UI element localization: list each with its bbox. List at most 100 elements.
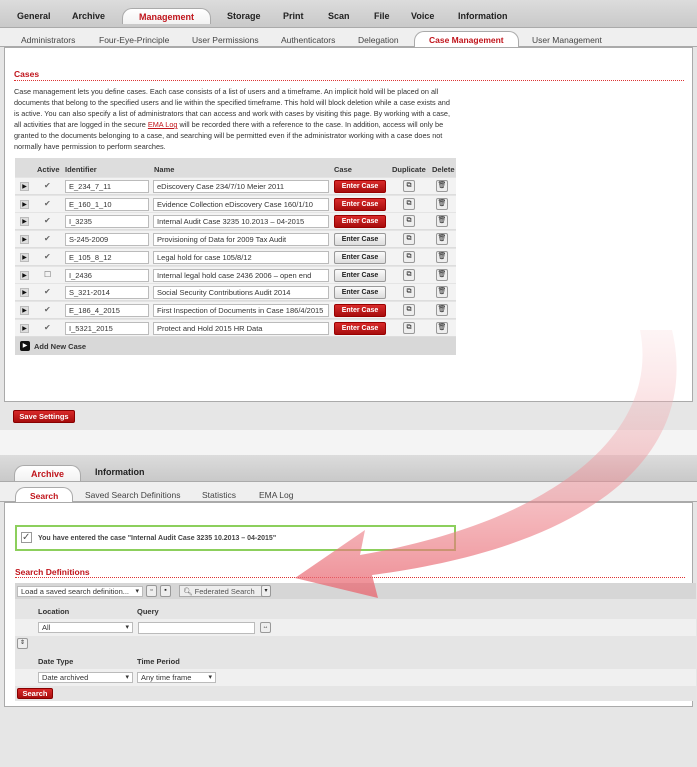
date-type-select[interactable]: Date archived	[38, 672, 133, 683]
enter-case-button[interactable]: Enter Case	[334, 180, 386, 193]
expand-icon[interactable]: ▶	[20, 323, 29, 333]
tab-information[interactable]: Information	[95, 467, 145, 477]
subtab-search[interactable]: Search	[15, 487, 74, 503]
expand-icon[interactable]: ▶	[20, 270, 29, 280]
identifier-input[interactable]: I_2436	[65, 268, 149, 282]
delete-icon[interactable]: 🗑︎	[436, 321, 448, 334]
load-saved-search-select[interactable]: Load a saved search definition...	[17, 586, 143, 597]
enter-case-button[interactable]: Enter Case	[334, 250, 386, 264]
identifier-input[interactable]: E_186_4_2015	[65, 303, 149, 317]
tab-voice[interactable]: Voice	[411, 11, 434, 21]
active-checkbox[interactable]: ✔	[44, 287, 51, 296]
enter-case-button[interactable]: Enter Case	[334, 233, 386, 247]
duplicate-icon[interactable]: ⧉	[403, 268, 415, 281]
name-input[interactable]: Social Security Contributions Audit 2014	[153, 286, 329, 300]
subtab-four-eye-principle[interactable]: Four-Eye-Principle	[99, 35, 169, 45]
delete-icon[interactable]: 🗑︎	[436, 233, 448, 246]
name-input[interactable]: Internal Audit Case 3235 10.2013 – 04-20…	[153, 215, 329, 229]
chevron-down-icon[interactable]: ▾	[261, 585, 271, 597]
identifier-input[interactable]: I_5321_2015	[65, 321, 149, 335]
active-checkbox[interactable]: ✔	[44, 199, 51, 208]
duplicate-icon[interactable]: ⧉	[403, 197, 415, 210]
identifier-input[interactable]: I_3235	[65, 215, 149, 229]
active-checkbox[interactable]: ✔	[44, 323, 51, 332]
subtab-saved-search-definitions[interactable]: Saved Search Definitions	[85, 490, 180, 500]
location-select[interactable]: All	[38, 622, 133, 633]
toggle-icon[interactable]: ⇕	[17, 638, 28, 649]
duplicate-icon[interactable]: ⧉	[403, 321, 415, 334]
delete-icon[interactable]: 🗑︎	[436, 197, 448, 210]
enter-case-button[interactable]: Enter Case	[334, 268, 386, 282]
time-period-select[interactable]: Any time frame	[137, 672, 216, 683]
active-checkbox[interactable]: ✔	[44, 234, 51, 243]
add-new-case-row[interactable]: ▶ Add New Case	[15, 337, 456, 355]
duplicate-icon[interactable]: ⧉	[403, 215, 415, 228]
tab-management[interactable]: Management	[122, 8, 212, 24]
subtab-user-management[interactable]: User Management	[532, 35, 602, 45]
expand-icon[interactable]: ▶	[20, 182, 29, 191]
tab-archive[interactable]: Archive	[72, 11, 105, 21]
expand-icon[interactable]: ▶	[20, 199, 29, 209]
name-input[interactable]: Legal hold for case 105/8/12	[153, 250, 329, 264]
tab-archive[interactable]: Archive	[14, 465, 82, 481]
subtab-ema-log[interactable]: EMA Log	[259, 490, 294, 500]
identifier-input[interactable]: S-245-2009	[65, 233, 149, 247]
enter-case-button[interactable]: Enter Case	[334, 286, 386, 300]
tab-information[interactable]: Information	[458, 11, 508, 21]
expand-query-icon[interactable]: ↔	[260, 622, 271, 633]
name-input[interactable]: eDiscovery Case 234/7/10 Meier 2011	[153, 180, 329, 193]
tab-general[interactable]: General	[17, 11, 51, 21]
search-button[interactable]: Search	[17, 688, 53, 699]
delete-icon[interactable]: 🗑︎	[436, 303, 448, 316]
delete-icon[interactable]: 🗑︎	[436, 215, 448, 228]
expand-icon[interactable]: ▶	[20, 235, 29, 245]
enter-case-button[interactable]: Enter Case	[334, 197, 386, 211]
expand-icon[interactable]: ▶	[20, 288, 29, 298]
subtab-delegation[interactable]: Delegation	[358, 35, 399, 45]
subtab-statistics[interactable]: Statistics	[202, 490, 236, 500]
query-input[interactable]	[138, 622, 255, 634]
identifier-input[interactable]: E_160_1_10	[65, 197, 149, 211]
identifier-input[interactable]: E_105_8_12	[65, 250, 149, 264]
active-checkbox[interactable]: ✔	[44, 216, 51, 225]
identifier-input[interactable]: S_321-2014	[65, 286, 149, 300]
active-checkbox[interactable]: ✔	[44, 305, 51, 314]
duplicate-icon[interactable]: ⧉	[403, 180, 415, 192]
tab-scan[interactable]: Scan	[328, 11, 350, 21]
duplicate-icon[interactable]: ⧉	[403, 250, 415, 263]
delete-icon[interactable]: 🗑︎	[436, 268, 448, 281]
subtab-case-management[interactable]: Case Management	[414, 31, 519, 47]
tab-print[interactable]: Print	[283, 11, 304, 21]
new-icon[interactable]: ▫	[146, 585, 157, 597]
duplicate-icon[interactable]: ⧉	[403, 233, 415, 246]
name-input[interactable]: First Inspection of Documents in Case 18…	[153, 303, 329, 317]
enter-case-button[interactable]: Enter Case	[334, 321, 386, 335]
tab-file[interactable]: File	[374, 11, 390, 21]
duplicate-icon[interactable]: ⧉	[403, 303, 415, 316]
name-input[interactable]: Protect and Hold 2015 HR Data	[153, 321, 329, 335]
save-icon[interactable]: ▪	[160, 585, 171, 597]
subtab-user-permissions[interactable]: User Permissions	[192, 35, 259, 45]
save-settings-button[interactable]: Save Settings	[13, 410, 75, 423]
subtab-authenticators[interactable]: Authenticators	[281, 35, 335, 45]
enter-case-button[interactable]: Enter Case	[334, 303, 386, 317]
enter-case-button[interactable]: Enter Case	[334, 215, 386, 229]
active-checkbox[interactable]: ☐	[44, 270, 51, 279]
name-input[interactable]: Evidence Collection eDiscovery Case 160/…	[153, 197, 329, 211]
name-input[interactable]: Provisioning of Data for 2009 Tax Audit	[153, 233, 329, 247]
tab-storage[interactable]: Storage	[227, 11, 261, 21]
expand-icon[interactable]: ▶	[20, 252, 29, 262]
active-checkbox[interactable]: ✔	[44, 252, 51, 261]
duplicate-icon[interactable]: ⧉	[403, 286, 415, 299]
expand-icon[interactable]: ▶	[20, 305, 29, 315]
expand-icon[interactable]: ▶	[20, 217, 29, 227]
federated-search-button[interactable]: 🔍︎ Federated Search	[179, 585, 270, 597]
delete-icon[interactable]: 🗑︎	[436, 250, 448, 263]
subtab-administrators[interactable]: Administrators	[21, 35, 75, 45]
ema-log-link[interactable]: EMA Log	[148, 120, 178, 129]
delete-icon[interactable]: 🗑︎	[436, 180, 448, 192]
identifier-input[interactable]: E_234_7_11	[65, 180, 149, 193]
delete-icon[interactable]: 🗑︎	[436, 286, 448, 299]
active-checkbox[interactable]: ✔	[44, 181, 51, 190]
name-input[interactable]: Internal legal hold case 2436 2006 – ope…	[153, 268, 329, 282]
